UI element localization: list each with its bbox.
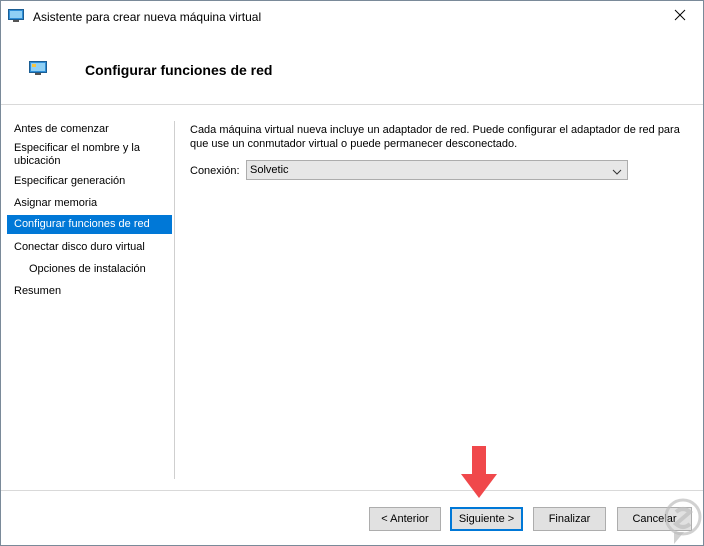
connection-value: Solvetic xyxy=(250,164,289,176)
network-adapter-icon xyxy=(29,61,47,75)
window-title: Asistente para crear nueva máquina virtu… xyxy=(33,10,262,24)
connection-label: Conexión: xyxy=(190,165,240,177)
page-title: Configurar funciones de red xyxy=(85,62,273,78)
wizard-header: Configurar funciones de red xyxy=(1,32,703,104)
nav-item-disco-duro[interactable]: Conectar disco duro virtual xyxy=(7,241,172,254)
nav-item-nombre-ubicacion[interactable]: Especificar el nombre y la ubicación xyxy=(7,142,157,168)
red-arrow-icon xyxy=(461,446,497,498)
description-text: Cada máquina virtual nueva incluye un ad… xyxy=(190,124,680,150)
nav-divider xyxy=(174,121,175,479)
wizard-step-list: Antes de comenzar Especificar el nombre … xyxy=(1,105,173,480)
close-icon xyxy=(674,9,686,24)
nav-item-resumen[interactable]: Resumen xyxy=(7,285,172,298)
close-button[interactable] xyxy=(657,1,703,32)
connection-dropdown[interactable]: Solvetic xyxy=(246,160,628,180)
finish-button[interactable]: Finalizar xyxy=(533,507,606,531)
nav-item-funciones-de-red[interactable]: Configurar funciones de red xyxy=(7,215,172,234)
footer-divider xyxy=(1,490,703,491)
title-bar: Asistente para crear nueva máquina virtu… xyxy=(1,1,703,32)
wizard-window: Asistente para crear nueva máquina virtu… xyxy=(0,0,704,546)
content-panel: Cada máquina virtual nueva incluye un ad… xyxy=(190,123,690,180)
previous-button[interactable]: < Anterior xyxy=(369,507,441,531)
hyperv-vm-icon xyxy=(8,9,24,23)
chevron-down-icon xyxy=(612,165,622,175)
nav-item-generacion[interactable]: Especificar generación xyxy=(7,175,172,188)
nav-item-antes-de-comenzar[interactable]: Antes de comenzar xyxy=(7,123,172,136)
nav-item-opciones-instalacion[interactable]: Opciones de instalación xyxy=(7,263,172,276)
watermark-logo-icon xyxy=(664,498,702,544)
nav-item-memoria[interactable]: Asignar memoria xyxy=(7,197,172,210)
next-button[interactable]: Siguiente > xyxy=(450,507,523,531)
